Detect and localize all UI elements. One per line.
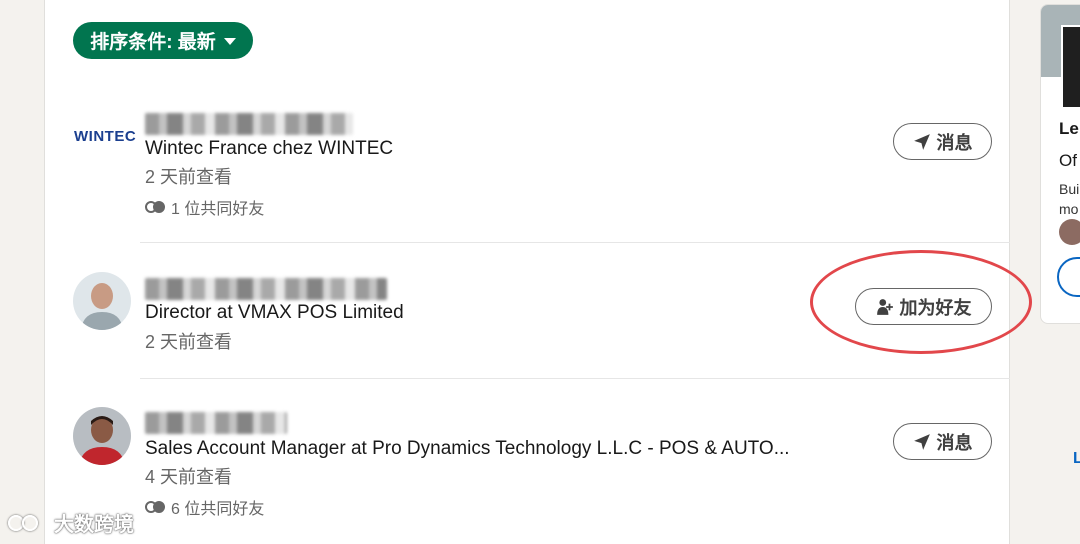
add-connection-label: 加为好友: [899, 297, 972, 318]
side-action-button[interactable]: [1057, 257, 1080, 297]
message-button[interactable]: 消息: [893, 123, 992, 160]
viewer-headline: Director at VMAX POS Limited: [145, 302, 404, 323]
send-icon: [913, 133, 930, 150]
row-divider: [140, 242, 1010, 243]
message-button[interactable]: 消息: [893, 423, 992, 460]
mutual-count: 1 位共同好友: [171, 201, 265, 218]
viewed-time: 2 天前查看: [145, 332, 233, 352]
mini-avatar: [1059, 219, 1080, 245]
send-icon: [913, 433, 930, 450]
viewer-headline: Sales Account Manager at Pro Dynamics Te…: [145, 438, 790, 459]
avatar[interactable]: [73, 407, 131, 465]
side-subtitle: Of: [1059, 151, 1077, 170]
watermark-text: 大数跨境: [54, 514, 134, 536]
blurred-name[interactable]: [145, 278, 387, 300]
side-link[interactable]: L: [1073, 450, 1080, 468]
add-person-icon: [876, 298, 893, 315]
message-label: 消息: [936, 432, 973, 453]
viewed-time: 2 天前查看: [145, 167, 233, 187]
caret-down-icon: [223, 38, 236, 45]
mutual-count: 6 位共同好友: [171, 501, 265, 518]
blurred-name[interactable]: [145, 113, 353, 135]
side-description: Bui mo: [1059, 181, 1080, 217]
side-profile-photo[interactable]: [1061, 25, 1080, 109]
avatar[interactable]: [73, 272, 131, 330]
watermark: 大数跨境: [8, 508, 134, 537]
mutual-connections-icon: [145, 201, 167, 213]
blurred-name[interactable]: [145, 412, 287, 434]
sort-label: 排序条件: 最新: [90, 32, 216, 53]
mutual-connections[interactable]: 6 位共同好友: [145, 495, 264, 519]
mutual-connections-icon: [145, 501, 167, 513]
viewed-time: 4 天前查看: [145, 467, 233, 487]
side-promo-card: Le Of Bui mo: [1040, 4, 1080, 324]
add-connection-button[interactable]: 加为好友: [855, 288, 992, 325]
row-divider: [140, 378, 1010, 379]
side-title[interactable]: Le: [1059, 119, 1079, 139]
watermark-logo-icon: [8, 511, 48, 535]
mutual-connections[interactable]: 1 位共同好友: [145, 195, 264, 219]
company-logo[interactable]: WINTEC: [74, 128, 136, 145]
message-label: 消息: [936, 132, 973, 153]
viewer-headline: Wintec France chez WINTEC: [145, 138, 394, 159]
sort-dropdown[interactable]: 排序条件: 最新: [73, 22, 253, 59]
